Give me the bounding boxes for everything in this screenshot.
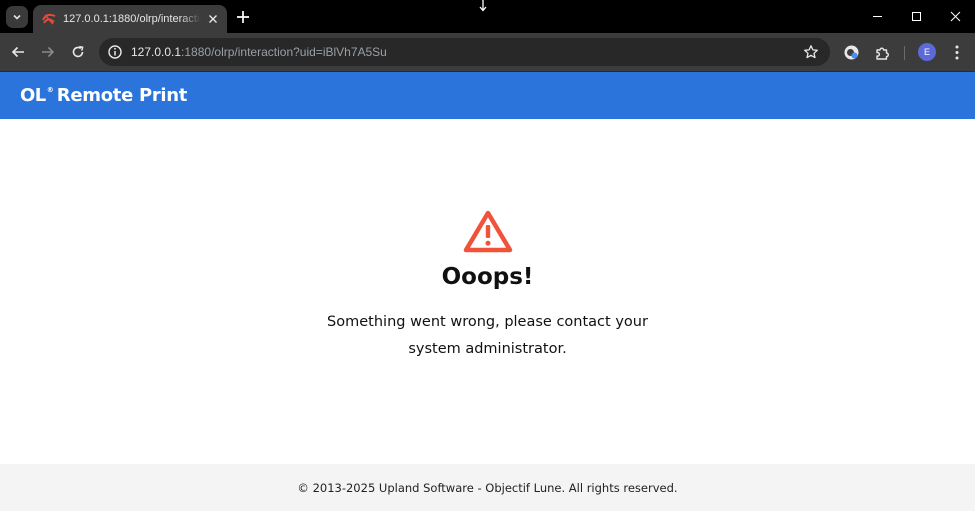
tab-close-button[interactable] [205,11,221,27]
info-icon[interactable] [107,44,123,60]
brand-name: Remote Print [56,85,188,106]
page-footer: © 2013-2025 Upland Software - Objectif L… [0,464,975,511]
extensions-menu-button[interactable] [873,44,890,61]
back-icon [11,46,24,58]
extension-icon [844,45,859,60]
forward-button[interactable] [39,43,57,61]
browser-toolbar: 127.0.0.1:1880/olrp/interaction?uid=iBlV… [0,33,975,72]
copyright-text: © 2013-2025 Upland Software - Objectif L… [297,480,678,495]
minimize-button[interactable] [858,0,897,33]
tab-search-button[interactable] [6,6,28,28]
window-close-icon [950,11,961,22]
back-button[interactable] [9,43,27,61]
maximize-button[interactable] [897,0,936,33]
brand-ol: OL [20,85,46,106]
window-controls [858,0,975,33]
address-url: 127.0.0.1:1880/olrp/interaction?uid=iBlV… [131,45,387,59]
reload-icon [72,45,84,58]
reload-button[interactable] [69,43,87,61]
browser-tabstrip: 127.0.0.1:1880/olrp/interaction?uid=iBlV… [0,0,975,33]
tab-title: 127.0.0.1:1880/olrp/interaction?uid=iBlV… [63,13,201,25]
brand-mark: ® [46,86,54,94]
brand-logo[interactable]: OL ® Remote Print [20,85,187,106]
url-host: 127.0.0.1 [131,45,182,59]
more-icon[interactable] [950,44,964,61]
puzzle-icon [875,47,889,60]
window-close-button[interactable] [936,0,975,33]
browser-tab-active[interactable]: 127.0.0.1:1880/olrp/interaction?uid=iBlV… [33,5,227,33]
error-title: Ooops! [441,264,534,290]
error-content: Ooops! Something went wrong, please cont… [0,119,975,464]
favicon-icon [42,13,56,25]
new-tab-button[interactable] [235,9,251,25]
extension-button[interactable] [843,44,860,61]
toolbar-divider [904,46,905,60]
app-header: OL ® Remote Print [0,72,975,119]
cursor-arrow-icon [479,0,487,12]
warning-icon [463,210,513,253]
star-icon[interactable] [803,44,819,60]
url-path: :1880/olrp/interaction?uid=iBlVh7A5Su [181,45,387,59]
error-message: Something went wrong, please contact you… [327,314,648,357]
plus-icon [237,11,249,23]
maximize-icon [912,12,921,21]
chevron-down-icon [13,14,21,20]
close-icon [209,15,217,23]
profile-avatar[interactable]: E [918,43,936,61]
minimize-icon [873,16,882,17]
address-bar[interactable]: 127.0.0.1:1880/olrp/interaction?uid=iBlV… [99,38,830,66]
forward-icon [42,46,55,58]
